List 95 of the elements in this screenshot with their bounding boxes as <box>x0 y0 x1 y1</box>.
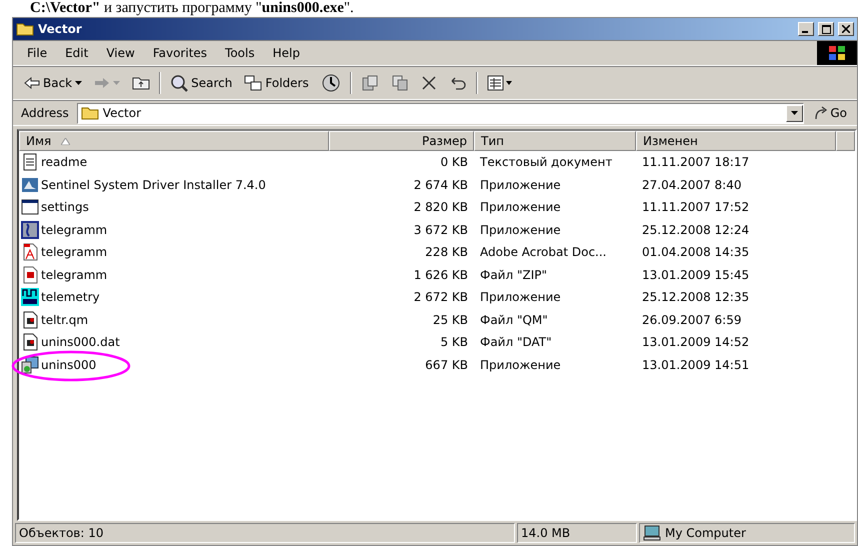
column-header[interactable]: Изменен <box>636 131 836 151</box>
file-size: 2 672 KB <box>412 290 469 304</box>
file-type: Приложение <box>479 200 562 214</box>
file-type: Приложение <box>479 358 562 372</box>
installer-icon <box>21 176 39 194</box>
file-type: Файл "QM" <box>479 312 549 327</box>
status-zone: My Computer <box>639 523 855 543</box>
menu-item[interactable]: Help <box>264 44 308 62</box>
menu-item[interactable]: File <box>19 44 56 62</box>
file-date: 27.04.2007 8:40 <box>641 178 742 192</box>
file-name[interactable]: teltr.qm <box>41 312 88 327</box>
file-type: Adobe Acrobat Doc... <box>479 245 608 260</box>
back-arrow-icon <box>24 77 40 89</box>
column-header[interactable]: Имя <box>19 131 329 151</box>
status-object-count: Объектов: 10 <box>15 523 515 543</box>
file-name[interactable]: settings <box>41 200 89 214</box>
column-header[interactable]: Размер <box>329 131 474 151</box>
file-type: Приложение <box>479 290 562 304</box>
forward-arrow-icon <box>94 77 110 89</box>
text-document-icon <box>21 153 39 172</box>
menu-item[interactable]: Edit <box>57 44 96 62</box>
file-name[interactable]: Sentinel System Driver Installer 7.4.0 <box>41 178 266 192</box>
clock-icon <box>320 73 341 93</box>
file-size: 2 820 KB <box>412 200 469 214</box>
window-title: Vector <box>38 22 83 36</box>
windows-logo-icon <box>817 41 857 65</box>
dropdown-button[interactable] <box>786 104 804 122</box>
folder-icon <box>16 22 34 36</box>
file-size: 1 626 KB <box>412 268 469 282</box>
copy-icon <box>390 74 409 92</box>
search-icon <box>170 74 188 92</box>
file-size: 5 KB <box>439 335 469 350</box>
back-button[interactable]: Back <box>21 74 86 92</box>
setup-icon <box>21 356 39 374</box>
document-text: C:\Vector" и запустить программу "unins000.exe". <box>29 0 355 17</box>
undo-icon <box>448 76 467 90</box>
address-field[interactable]: Vector <box>76 102 804 124</box>
file-size: 2 674 KB <box>412 178 469 192</box>
file-size: 667 KB <box>424 358 469 372</box>
file-name[interactable]: telegramm <box>41 245 108 260</box>
file-type: Текстовый документ <box>479 155 614 170</box>
delete-icon <box>420 75 437 91</box>
minimize-button[interactable] <box>798 22 814 36</box>
file-date: 11.11.2007 18:17 <box>641 155 750 170</box>
menu-item[interactable]: View <box>98 44 143 62</box>
pdf-icon <box>21 243 39 262</box>
folders-button[interactable]: Folders <box>241 73 312 93</box>
file-date: 13.01.2009 15:45 <box>641 268 750 282</box>
file-type: Приложение <box>479 222 562 237</box>
file-name[interactable]: telemetry <box>41 290 100 304</box>
file-name[interactable]: readme <box>41 155 88 170</box>
file-date: 26.09.2007 6:59 <box>641 312 742 327</box>
computer-icon <box>643 525 661 541</box>
menu-item[interactable]: Tools <box>217 44 263 62</box>
file-type: Файл "DAT" <box>479 335 553 350</box>
file-icon <box>21 310 39 329</box>
file-date: 01.04.2008 14:35 <box>641 245 750 260</box>
window-icon <box>21 198 39 216</box>
status-size: 14.0 MB <box>517 523 637 543</box>
folders-icon <box>244 75 262 91</box>
file-type: Приложение <box>479 178 562 192</box>
views-icon <box>486 75 513 91</box>
folder-icon <box>80 106 99 120</box>
application-icon <box>21 220 39 239</box>
file-name[interactable]: telegramm <box>41 222 108 237</box>
address-label: Address <box>20 106 70 120</box>
file-size: 3 672 KB <box>412 222 469 237</box>
caret-icon <box>791 111 798 115</box>
file-date: 25.12.2008 12:35 <box>641 290 750 304</box>
file-date: 13.01.2009 14:52 <box>641 335 750 350</box>
archive-icon <box>21 266 39 284</box>
search-button[interactable]: Search <box>167 72 236 94</box>
meter-icon <box>21 288 39 306</box>
maximize-icon <box>822 24 830 34</box>
close-button[interactable] <box>838 22 854 36</box>
column-header[interactable]: Тип <box>474 131 636 151</box>
go-button[interactable]: Go <box>808 106 853 120</box>
file-date: 25.12.2008 12:24 <box>641 222 750 237</box>
file-date: 13.01.2009 14:51 <box>641 358 750 372</box>
up-folder-icon <box>132 76 150 90</box>
menu-item[interactable]: Favorites <box>144 44 216 62</box>
file-size: 25 KB <box>432 312 469 327</box>
maximize-button[interactable] <box>818 22 834 36</box>
file-name[interactable]: unins000.dat <box>41 335 120 350</box>
file-date: 11.11.2007 17:52 <box>641 200 750 214</box>
close-icon <box>842 25 850 33</box>
file-size: 228 KB <box>424 245 469 260</box>
move-icon <box>360 74 379 92</box>
file-size: 0 KB <box>439 155 469 170</box>
caret-icon <box>113 81 120 85</box>
caret-icon <box>75 81 82 85</box>
file-icon <box>21 333 39 352</box>
file-name[interactable]: telegramm <box>41 268 108 282</box>
go-arrow-icon <box>814 106 828 120</box>
file-type: Файл "ZIP" <box>479 268 548 282</box>
